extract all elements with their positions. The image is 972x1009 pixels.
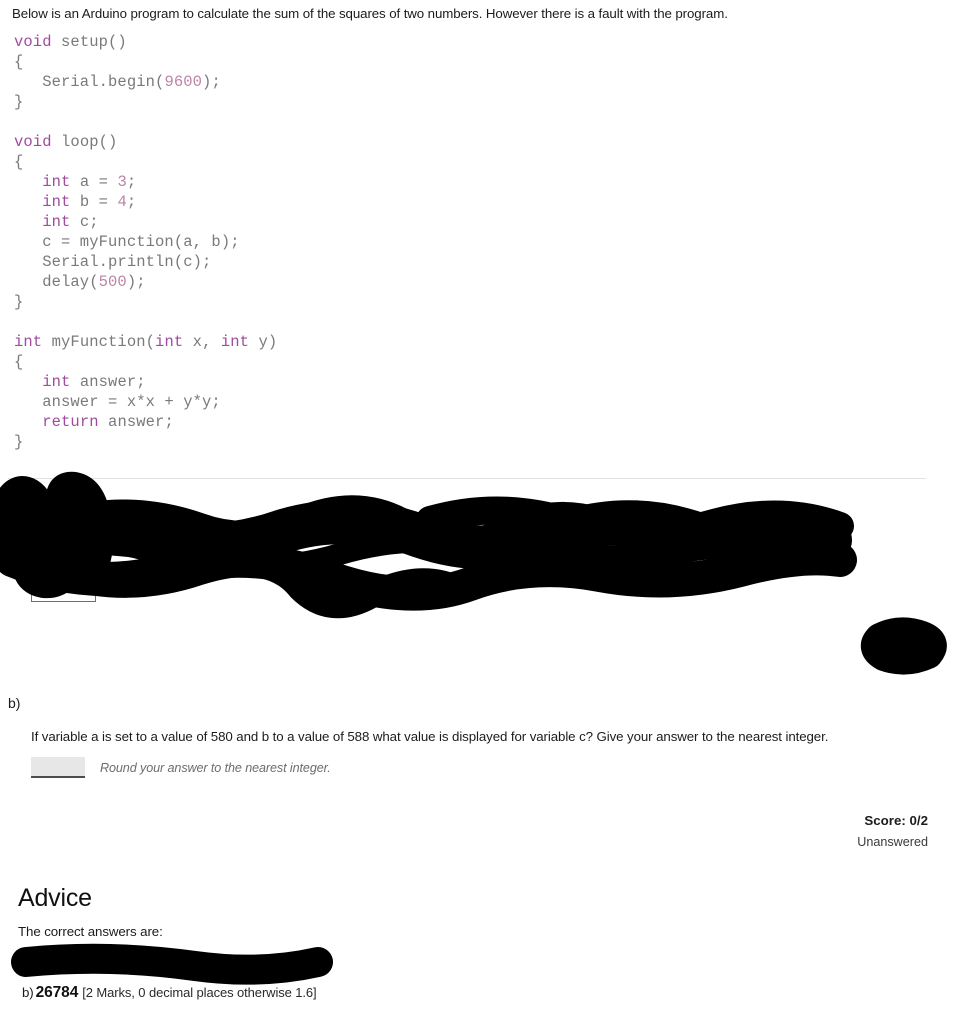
advice-answer-value: 26784 [35, 984, 79, 1001]
code-token: a = [70, 173, 118, 191]
code-token: setup [51, 33, 109, 51]
code-line: } [14, 432, 914, 452]
code-line: Serial.println(c); [14, 252, 914, 272]
code-token: } [14, 93, 24, 111]
code-token: ; [126, 193, 137, 211]
part-b-answer-input[interactable] [31, 757, 85, 778]
code-token: loop [51, 133, 99, 151]
code-listing: void setup(){ Serial.begin(9600);} void … [14, 32, 914, 452]
code-token: Serial.begin( [14, 73, 165, 91]
section-divider [8, 478, 926, 479]
part-b-answer-row: Round your answer to the nearest integer… [31, 757, 331, 778]
part-b-question: If variable a is set to a value of 580 a… [31, 729, 829, 744]
code-line: int b = 4; [14, 192, 914, 212]
code-token: 9600 [164, 73, 203, 91]
code-token: ; [126, 173, 137, 191]
code-token: b = [70, 193, 118, 211]
code-line: int a = 3; [14, 172, 914, 192]
code-line: int c; [14, 212, 914, 232]
code-token: () [108, 33, 127, 51]
code-line: { [14, 152, 914, 172]
code-token: return [42, 413, 99, 431]
code-token: answer; [70, 373, 146, 391]
code-line: int answer; [14, 372, 914, 392]
code-token: } [14, 433, 24, 451]
code-token: { [14, 53, 24, 71]
code-line: int myFunction(int x, int y) [14, 332, 914, 352]
score-value: Score: 0/2 [864, 813, 928, 828]
score-state-badge: Unanswered [857, 835, 928, 849]
code-token: ); [202, 73, 221, 91]
code-token: void [14, 133, 52, 151]
code-line: c = myFunction(a, b); [14, 232, 914, 252]
code-token: myFunction( [42, 333, 156, 351]
code-token: int [14, 333, 43, 351]
code-token: int [42, 193, 71, 211]
code-token: void [14, 33, 52, 51]
code-token: { [14, 353, 24, 371]
code-line: { [14, 352, 914, 372]
code-token: answer = x*x + y*y; [14, 393, 221, 411]
code-token: } [14, 293, 24, 311]
code-line: delay(500); [14, 272, 914, 292]
code-line: void setup() [14, 32, 914, 52]
code-token: delay( [14, 273, 99, 291]
advice-answer-meta: [2 Marks, 0 decimal places otherwise 1.6… [82, 985, 317, 1000]
code-token: Serial.println(c); [14, 253, 212, 271]
part-b-answer-hint: Round your answer to the nearest integer… [100, 760, 331, 775]
code-token: int [42, 213, 71, 231]
code-token: c = myFunction(a, b); [14, 233, 240, 251]
code-token: y) [249, 333, 278, 351]
code-token: () [98, 133, 118, 151]
code-token: 4 [117, 193, 127, 211]
advice-intro-text: The correct answers are: [18, 924, 163, 939]
code-line: } [14, 92, 914, 112]
code-token: int [155, 333, 184, 351]
code-line: } [14, 292, 914, 312]
code-token: c; [70, 213, 99, 231]
code-line: return answer; [14, 412, 914, 432]
score-block: Score: 0/2 Unanswered [857, 811, 928, 852]
part-b-label: b) [8, 695, 21, 711]
code-token: int [42, 373, 71, 391]
code-token: int [42, 173, 71, 191]
code-token: 3 [117, 173, 127, 191]
part-a-answer-input[interactable] [31, 585, 96, 602]
advice-answer-line: b) 26784 [2 Marks, 0 decimal places otherw… [22, 984, 317, 1002]
code-line: Serial.begin(9600); [14, 72, 914, 92]
advice-heading: Advice [18, 884, 92, 912]
code-token: answer; [98, 413, 174, 431]
code-line: void loop() [14, 132, 914, 152]
code-token: x, [183, 333, 221, 351]
code-token: 500 [98, 273, 127, 291]
advice-answer-label: b) [22, 985, 34, 1000]
code-token: int [220, 333, 250, 351]
code-line: answer = x*x + y*y; [14, 392, 914, 412]
code-token: ); [126, 273, 146, 291]
code-line: { [14, 52, 914, 72]
intro-paragraph: Below is an Arduino program to calculate… [12, 6, 728, 21]
code-token: { [14, 153, 24, 171]
